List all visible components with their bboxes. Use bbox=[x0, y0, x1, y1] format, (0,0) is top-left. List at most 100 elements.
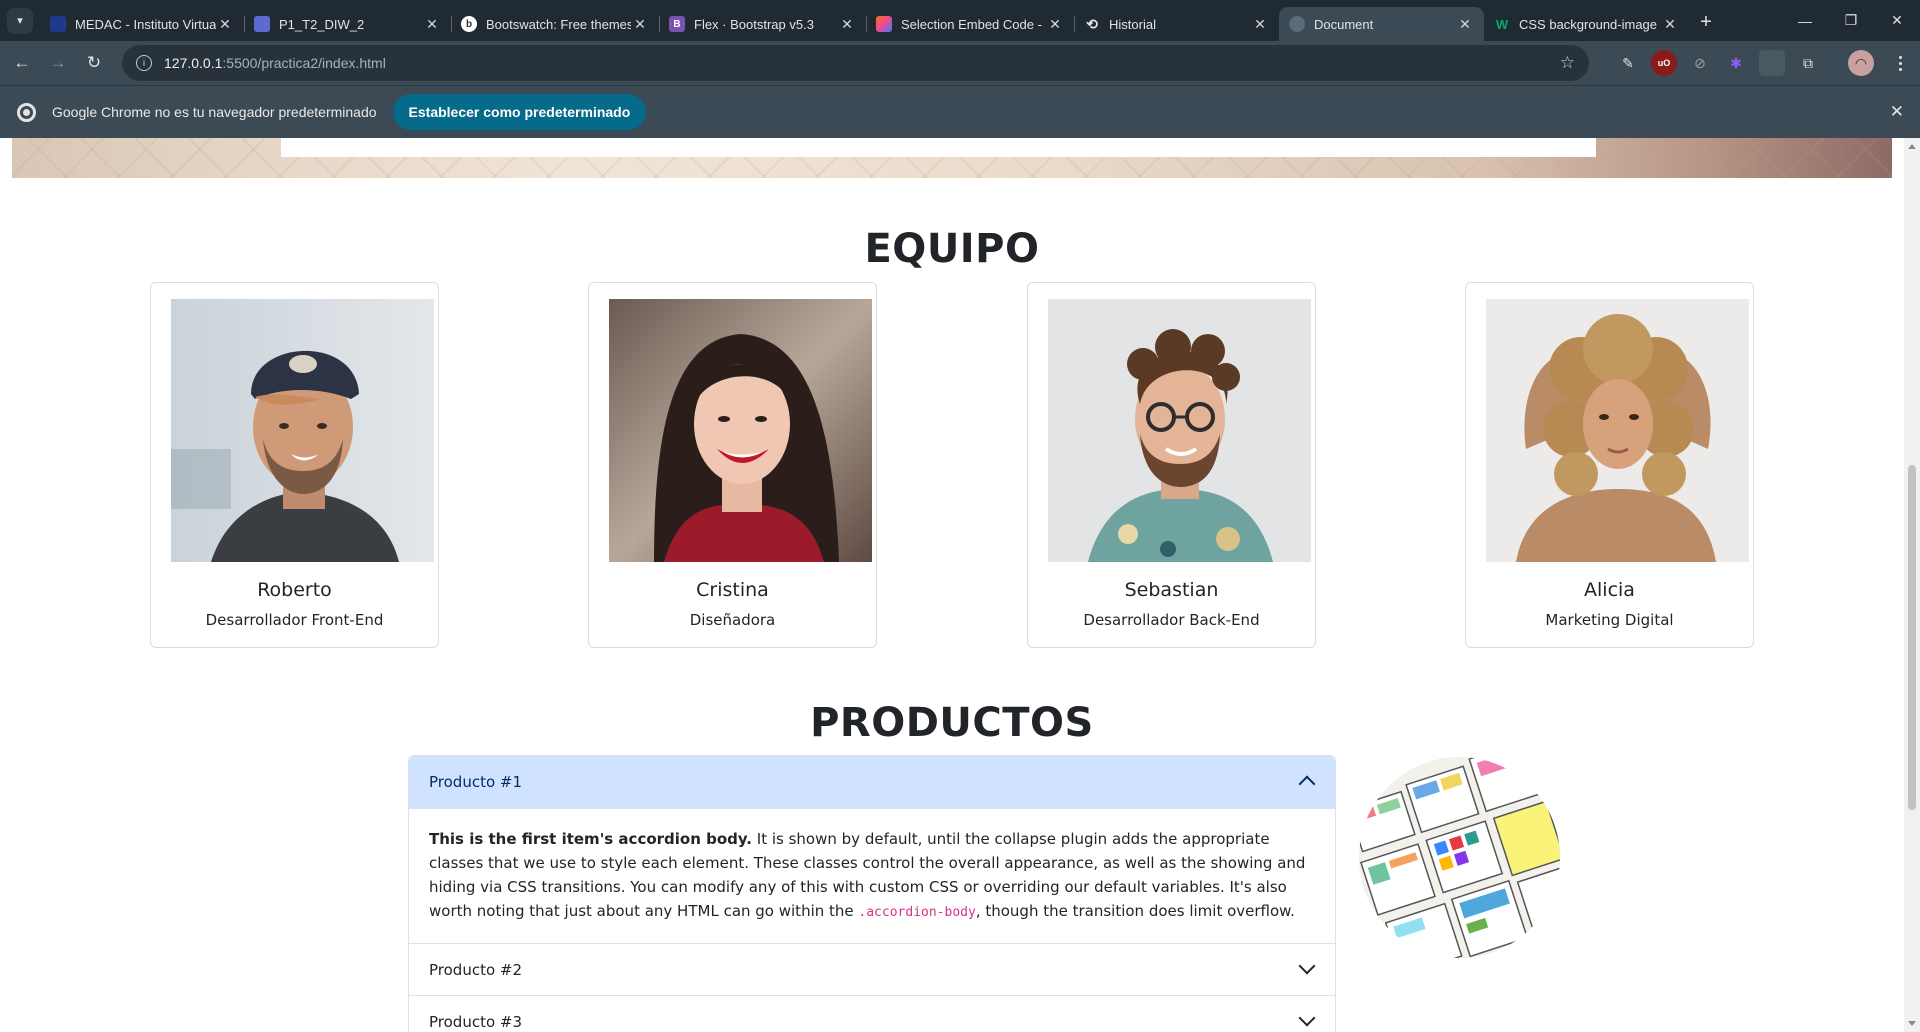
page-scrollbar[interactable] bbox=[1904, 138, 1920, 1032]
tab-title: Document bbox=[1314, 16, 1374, 32]
chevron-down-icon: ▾ bbox=[7, 7, 33, 34]
team-card: Cristina Diseñadora bbox=[588, 282, 877, 648]
accordion-item-label: Producto #2 bbox=[429, 960, 523, 979]
bootstrap-icon: B bbox=[669, 16, 685, 32]
tab-p1[interactable]: P1_T2_DIW_2 ✕ bbox=[244, 7, 452, 41]
chevron-up-icon bbox=[1298, 775, 1316, 793]
close-icon[interactable]: ✕ bbox=[423, 16, 441, 33]
url-path: :5500/practica2/index.html bbox=[222, 55, 386, 71]
compass-extension-icon[interactable]: ⊘ bbox=[1687, 50, 1713, 76]
team-card: Sebastian Desarrollador Back-End bbox=[1027, 282, 1316, 648]
bookmark-star-icon[interactable]: ☆ bbox=[1560, 53, 1575, 73]
new-tab-button[interactable]: + bbox=[1689, 6, 1723, 40]
tab-search-button[interactable]: ▾ bbox=[0, 0, 40, 41]
menu-kebab-icon[interactable] bbox=[1892, 50, 1908, 76]
accordion-item-3-header[interactable]: Producto #3 bbox=[409, 995, 1335, 1032]
member-role: Desarrollador Back-End bbox=[1083, 611, 1260, 629]
window-controls: — ❐ ✕ bbox=[1782, 0, 1920, 41]
member-photo bbox=[1048, 299, 1311, 562]
accordion-item-label: Producto #3 bbox=[429, 1012, 523, 1031]
products-image bbox=[1359, 757, 1560, 958]
close-window-button[interactable]: ✕ bbox=[1874, 0, 1920, 41]
puzzle-extensions-icon[interactable]: ⧉ bbox=[1795, 50, 1821, 76]
scrollbar-thumb[interactable] bbox=[1908, 465, 1916, 810]
chevron-down-icon bbox=[1298, 1009, 1316, 1027]
bootswatch-icon: b bbox=[461, 16, 477, 32]
accordion-item-2-header[interactable]: Producto #2 bbox=[409, 943, 1335, 995]
accordion-body-end: , though the transition does limit overf… bbox=[975, 902, 1295, 920]
restore-button[interactable]: ❐ bbox=[1828, 0, 1874, 41]
member-role: Marketing Digital bbox=[1545, 611, 1674, 629]
accordion-item-label: Producto #1 bbox=[429, 773, 523, 791]
close-icon[interactable]: ✕ bbox=[631, 16, 649, 33]
products-accordion: Producto #1 This is the first item's acc… bbox=[408, 755, 1336, 1032]
tab-title: Bootswatch: Free themes bbox=[486, 16, 631, 32]
accordion-body-code: .accordion-body bbox=[858, 905, 976, 920]
pen-extension-icon[interactable]: ✎ bbox=[1615, 50, 1641, 76]
close-icon[interactable]: ✕ bbox=[838, 16, 856, 33]
tab-title: MEDAC - Instituto Virtual bbox=[75, 16, 216, 32]
chrome-icon bbox=[17, 102, 36, 122]
address-bar[interactable]: i 127.0.0.1:5500/practica2/index.html ☆ bbox=[122, 45, 1589, 81]
tab-bootstrap[interactable]: B Flex · Bootstrap v5.3 ✕ bbox=[659, 7, 867, 41]
document-icon bbox=[254, 16, 270, 32]
hero-card bbox=[281, 138, 1596, 157]
member-photo bbox=[1486, 299, 1749, 562]
medac-icon bbox=[50, 16, 66, 32]
page-viewport: EQUIPO Roberto Desarrollador Front-End C… bbox=[0, 138, 1904, 1032]
tab-strip: ▾ MEDAC - Instituto Virtual ✕ P1_T2_DIW_… bbox=[0, 0, 1920, 41]
tab-historial[interactable]: ⟲ Historial ✕ bbox=[1074, 7, 1279, 41]
tab-title: Flex · Bootstrap v5.3 bbox=[694, 16, 814, 32]
close-icon[interactable]: ✕ bbox=[1046, 16, 1064, 33]
history-icon: ⟲ bbox=[1086, 15, 1098, 32]
close-icon[interactable]: ✕ bbox=[216, 16, 234, 33]
products-heading: PRODUCTOS bbox=[810, 700, 1094, 746]
close-icon[interactable]: ✕ bbox=[1251, 16, 1269, 33]
back-button[interactable]: ← bbox=[4, 45, 40, 81]
scroll-up-icon[interactable] bbox=[1908, 144, 1916, 149]
tab-title: Selection Embed Code - C bbox=[901, 16, 1046, 32]
member-role: Desarrollador Front-End bbox=[205, 611, 384, 629]
member-photo bbox=[609, 299, 872, 562]
member-name: Cristina bbox=[696, 579, 769, 601]
member-name: Alicia bbox=[1584, 579, 1635, 601]
close-icon[interactable]: ✕ bbox=[1456, 16, 1474, 33]
gem-extension-icon[interactable]: ✱ bbox=[1723, 50, 1749, 76]
close-icon[interactable]: ✕ bbox=[1661, 16, 1679, 33]
tab-title: Historial bbox=[1109, 16, 1156, 32]
default-browser-infobar: Google Chrome no es tu navegador predete… bbox=[0, 85, 1920, 138]
close-infobar-icon[interactable]: ✕ bbox=[1890, 102, 1904, 122]
tab-title: P1_T2_DIW_2 bbox=[279, 16, 365, 32]
accordion-item-1-header[interactable]: Producto #1 bbox=[409, 756, 1335, 808]
tab-document[interactable]: Document ✕ bbox=[1279, 7, 1484, 41]
tab-bootswatch[interactable]: b Bootswatch: Free themes ✕ bbox=[451, 7, 660, 41]
globe-icon bbox=[1289, 16, 1305, 32]
accordion-body-strong: This is the first item's accordion body. bbox=[429, 830, 753, 848]
extension-placeholder-icon[interactable] bbox=[1759, 50, 1785, 76]
team-heading: EQUIPO bbox=[864, 226, 1040, 272]
tab-title: CSS background-image p bbox=[1519, 16, 1661, 32]
team-card: Roberto Desarrollador Front-End bbox=[150, 282, 439, 648]
member-role: Diseñadora bbox=[689, 611, 776, 629]
infobar-message: Google Chrome no es tu navegador predete… bbox=[52, 104, 377, 120]
chevron-down-icon bbox=[1298, 957, 1316, 975]
tab-medac[interactable]: MEDAC - Instituto Virtual ✕ bbox=[40, 7, 245, 41]
forward-button[interactable]: → bbox=[40, 45, 76, 81]
w3schools-icon: W bbox=[1495, 16, 1509, 32]
member-photo bbox=[171, 299, 434, 562]
tab-embed[interactable]: Selection Embed Code - C ✕ bbox=[866, 7, 1075, 41]
accordion-body: This is the first item's accordion body.… bbox=[409, 808, 1335, 943]
set-default-button[interactable]: Establecer como predeterminado bbox=[392, 94, 647, 130]
member-name: Roberto bbox=[257, 579, 332, 601]
ublock-icon[interactable]: uO bbox=[1651, 50, 1677, 76]
reload-button[interactable]: ↻ bbox=[76, 45, 112, 81]
tab-css-background[interactable]: W CSS background-image p ✕ bbox=[1484, 7, 1689, 41]
minimize-button[interactable]: — bbox=[1782, 0, 1828, 41]
embed-icon bbox=[876, 16, 892, 32]
team-card: Alicia Marketing Digital bbox=[1465, 282, 1754, 648]
url-host: 127.0.0.1 bbox=[164, 55, 223, 71]
scroll-down-icon[interactable] bbox=[1908, 1021, 1916, 1026]
site-info-icon[interactable]: i bbox=[136, 55, 152, 71]
profile-avatar[interactable]: ◠ bbox=[1848, 50, 1874, 76]
member-name: Sebastian bbox=[1124, 579, 1219, 601]
